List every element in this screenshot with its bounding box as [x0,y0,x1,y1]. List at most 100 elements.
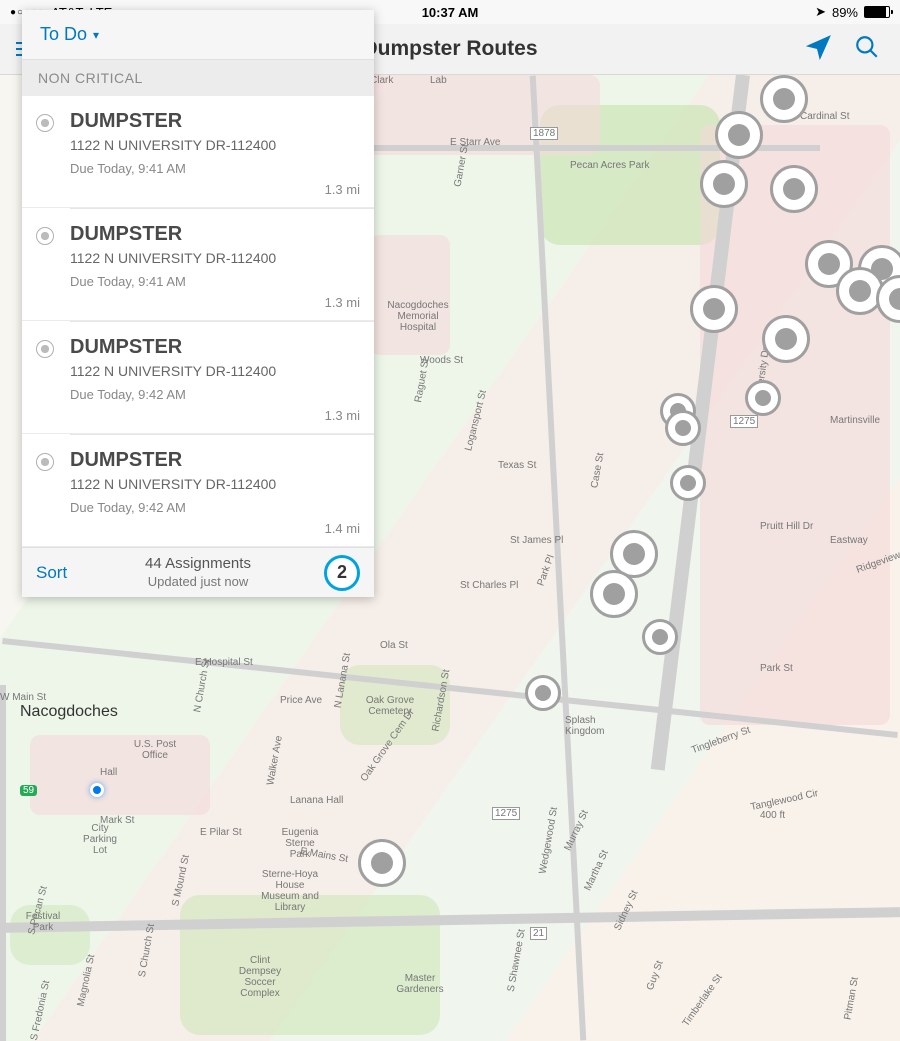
map-label: Park Pl [535,553,556,587]
map-label: Lanana Hall [290,795,343,806]
panel-footer: Sort 44 Assignments Updated just now 2 [22,547,374,597]
map-label: Sidney St [612,889,640,932]
assignment-item[interactable]: DUMPSTER 1122 N UNIVERSITY DR-112400 Due… [22,96,374,208]
status-circle-icon[interactable] [36,227,54,245]
assignment-due: Due Today, 9:41 AM [70,274,360,289]
filter-label: To Do [40,24,87,45]
assignment-distance: 1.3 mi [70,408,360,423]
map-label: Pitman St [842,976,860,1021]
filter-dropdown[interactable]: To Do ▾ [22,10,374,60]
map-label: Splash Kingdom [565,715,625,737]
map-label: Master Gardeners [390,973,450,995]
map-label: Walker Ave [265,735,285,786]
map-label: Festival Park [18,911,68,933]
map-pin[interactable] [525,675,561,711]
map-label: S Shawnee St [506,928,528,992]
map-label: 59 [20,785,37,796]
map-label: Logansport St [463,389,489,452]
assignment-item[interactable]: DUMPSTER 1122 N UNIVERSITY DR-112400 Due… [22,322,374,434]
assignment-item[interactable]: DUMPSTER 1122 N UNIVERSITY DR-112400 Due… [22,435,374,547]
map-label: S Fredonia St [29,979,52,1041]
map-label: U.S. Post Office [130,739,180,761]
map-label: Martha St [583,849,611,893]
map-label: Timberlake St [681,972,725,1029]
status-right: ➤ 89% [815,4,890,20]
status-circle-icon[interactable] [36,340,54,358]
assignment-address: 1122 N UNIVERSITY DR-112400 [70,137,360,153]
battery-icon [864,6,890,18]
assignment-due: Due Today, 9:42 AM [70,500,360,515]
section-header: NON CRITICAL [22,60,374,96]
map-pin[interactable] [690,285,738,333]
assignment-title: DUMPSTER [70,223,360,246]
map-label: Raguet St [413,358,432,404]
map-label: Murray St [563,809,591,853]
assignment-title: DUMPSTER [70,110,360,133]
map-label: Pecan Acres Park [570,160,649,171]
assignments-panel: To Do ▾ NON CRITICAL DUMPSTER 1122 N UNI… [22,10,374,597]
assignment-address: 1122 N UNIVERSITY DR-112400 [70,476,360,492]
map-pin[interactable] [715,111,763,159]
map-label: 1275 [492,807,520,820]
map-label: St Charles Pl [460,580,518,591]
map-label: Hall [100,767,117,778]
sort-button[interactable]: Sort [36,563,67,583]
assignment-distance: 1.3 mi [70,182,360,197]
map-pin[interactable] [358,839,406,887]
chevron-down-icon: ▾ [93,28,99,42]
map-label: St James Pl [510,535,563,546]
map-label: Price Ave [280,695,322,706]
user-location-dot [90,783,104,797]
updated-label: Updated just now [145,574,251,591]
search-button[interactable] [854,34,880,65]
assignment-item[interactable]: DUMPSTER 1122 N UNIVERSITY DR-112400 Due… [22,209,374,321]
locate-me-button[interactable] [806,34,832,65]
map-label: Pruitt Hill Dr [760,521,813,532]
assignment-title: DUMPSTER [70,336,360,359]
clock: 10:37 AM [422,5,479,20]
map-label: City Parking Lot [75,823,125,856]
map-pin[interactable] [760,75,808,123]
map-label: E Starr Ave [450,137,500,148]
map-label: Wedgewood St [538,806,561,875]
map-pin[interactable] [590,570,638,618]
map-label: Cardinal St [800,111,849,122]
map-pin[interactable] [642,619,678,655]
map-pin[interactable] [762,315,810,363]
assignment-address: 1122 N UNIVERSITY DR-112400 [70,363,360,379]
map-label: 1275 [730,415,758,428]
footer-summary: 44 Assignments Updated just now [145,554,251,590]
map-label: Park St [760,663,793,674]
assignment-due: Due Today, 9:41 AM [70,161,360,176]
map-label: S Church St [137,923,157,978]
assignment-title: DUMPSTER [70,449,360,472]
step-badge: 2 [324,555,360,591]
map-pin[interactable] [770,165,818,213]
location-arrow-icon: ➤ [815,4,826,20]
map-label: Case St [589,452,606,489]
map-label: Nacogdoches Memorial Hospital [378,300,458,333]
status-circle-icon[interactable] [36,114,54,132]
map-label: Tingleberry St [690,725,752,756]
map-pin[interactable] [665,410,701,446]
map-pin[interactable] [700,160,748,208]
battery-pct: 89% [832,5,858,20]
status-circle-icon[interactable] [36,453,54,471]
map-pin[interactable] [745,380,781,416]
map-label: Guy St [645,959,666,991]
map-label: 21 [530,927,547,940]
assignment-distance: 1.4 mi [70,521,360,536]
map-label: Ola St [380,640,408,651]
map-label: Clint Dempsey Soccer Complex [230,955,290,999]
map-label: Sterne-Hoya House Museum and Library [255,869,325,913]
city-label: Nacogdoches [20,703,118,721]
assignments-count: 44 Assignments [145,554,251,574]
map-label: Eugenia Sterne Park [275,827,325,860]
map-label: E Pilar St [200,827,242,838]
map-label: 1878 [530,127,558,140]
map-label: 400 ft [760,810,785,821]
map-pin[interactable] [670,465,706,501]
page-title: Dumpster Routes [362,37,537,61]
assignment-distance: 1.3 mi [70,295,360,310]
map-label: Martinsville [830,415,880,426]
